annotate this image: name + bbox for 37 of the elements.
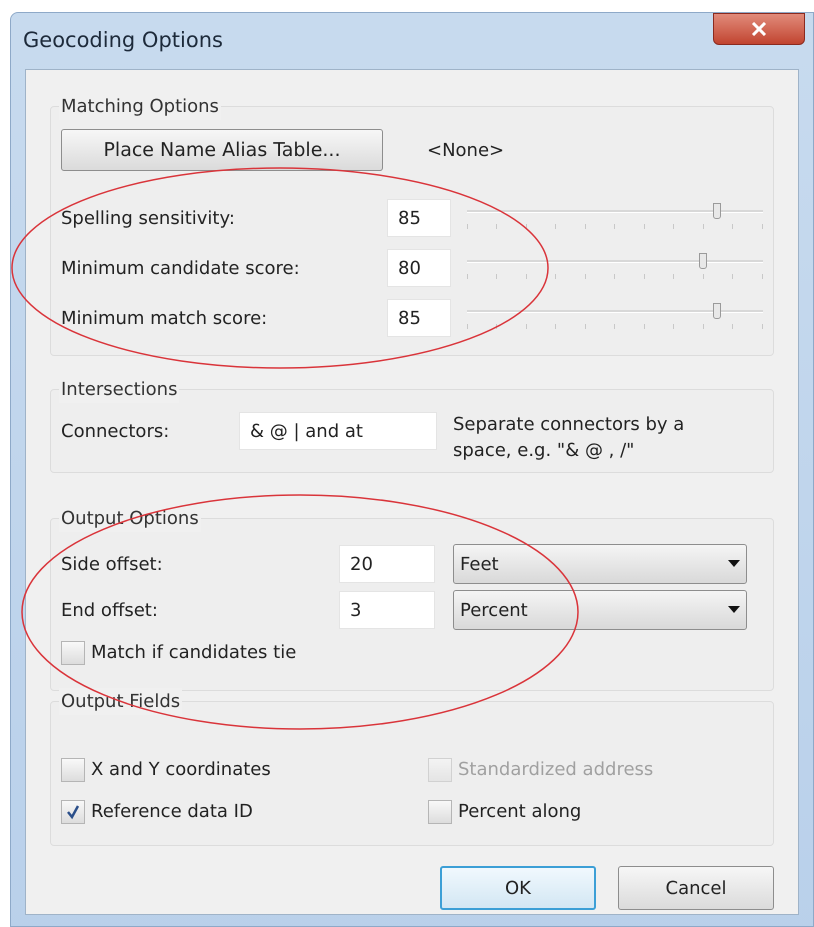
dialog-button[interactable]: OK (440, 866, 596, 910)
checkbox-label: Reference data ID (91, 800, 253, 824)
checkbox-label: Standardized address (458, 758, 654, 782)
setting-label: Minimum candidate score: (61, 256, 301, 280)
input-field[interactable]: 20 (339, 545, 435, 583)
input-field[interactable]: & @ | and at (239, 412, 437, 450)
checkbox-label: X and Y coordinates (91, 758, 271, 782)
connectors-label: Connectors: (61, 420, 170, 444)
setting-label: Spelling sensitivity: (61, 206, 236, 230)
dropdown-arrow-icon (728, 560, 740, 568)
unit-dropdown[interactable]: Percent (453, 590, 747, 630)
offset-label: End offset: (61, 598, 159, 622)
close-icon (751, 22, 767, 36)
input-field[interactable]: 80 (387, 249, 451, 287)
slider-thumb[interactable] (713, 303, 722, 319)
offset-label: Side offset: (61, 552, 164, 576)
checkbox[interactable] (61, 758, 85, 782)
dropdown-arrow-icon (728, 606, 740, 614)
input-field[interactable]: 85 (387, 299, 451, 337)
checkbox[interactable] (428, 800, 452, 824)
window-title: Geocoding Options (23, 27, 223, 54)
checkbox[interactable] (61, 800, 85, 824)
alias-value: <None> (427, 138, 504, 162)
setting-label: Minimum match score: (61, 306, 268, 330)
close-button[interactable] (713, 13, 805, 45)
checkbox-label: Percent along (458, 800, 582, 824)
dialog-button[interactable]: Cancel (618, 866, 774, 910)
alias-table-button[interactable]: Place Name Alias Table... (61, 129, 383, 171)
hint-text: Separate connectors by a space, e.g. "& @ , /" (453, 413, 686, 463)
input-field[interactable]: 85 (387, 199, 451, 237)
slider-thumb[interactable] (698, 253, 707, 269)
checkbox-label: Match if candidates tie (91, 641, 296, 665)
input-field[interactable]: 3 (339, 591, 435, 629)
checkmark-icon (65, 804, 81, 820)
unit-dropdown[interactable]: Feet (453, 544, 747, 584)
slider-thumb[interactable] (713, 203, 722, 219)
checkbox[interactable] (61, 640, 85, 664)
